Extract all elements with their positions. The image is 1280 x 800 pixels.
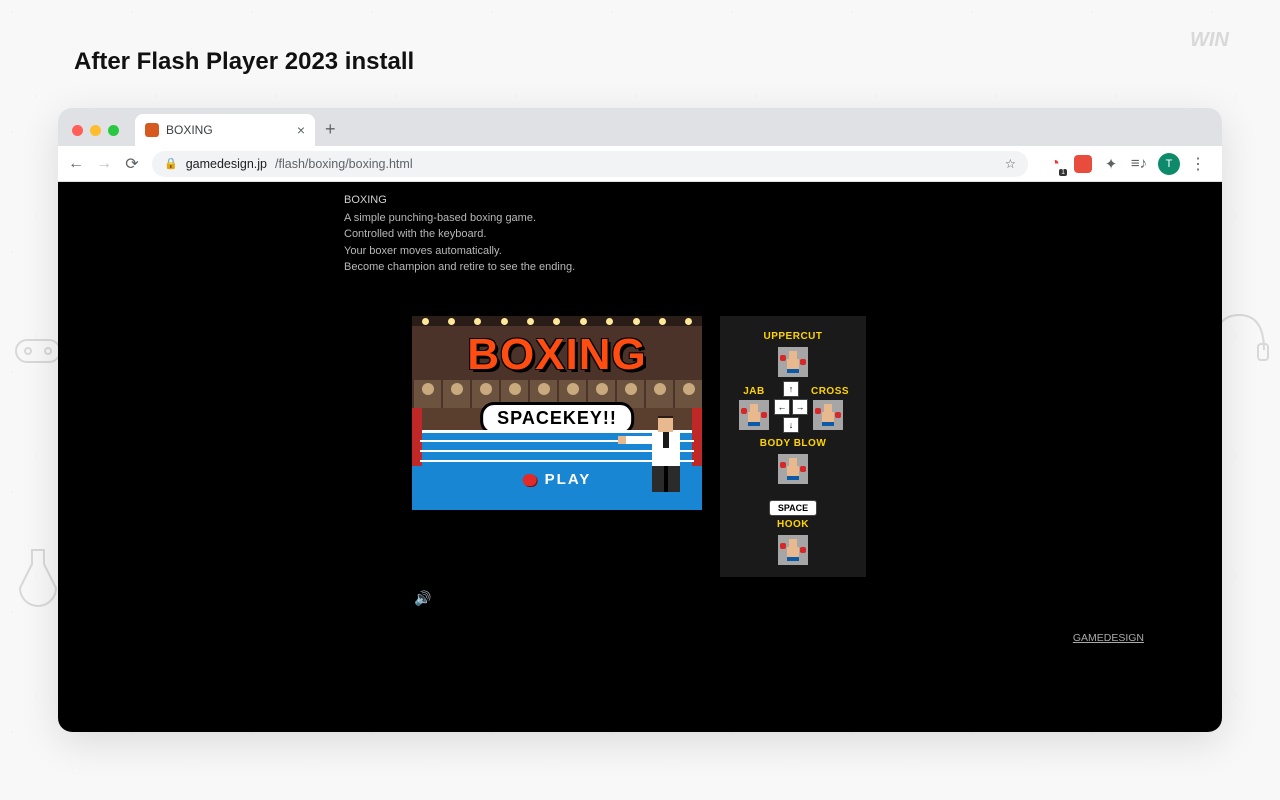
close-window-button[interactable] xyxy=(72,125,83,136)
desc-line: Your boxer moves automatically. xyxy=(344,243,575,260)
gamedesign-link[interactable]: GAMEDESIGN xyxy=(1073,632,1144,644)
desc-line: Controlled with the keyboard. xyxy=(344,226,575,243)
game-description: BOXING A simple punching-based boxing ga… xyxy=(344,192,575,276)
key-left: ← xyxy=(774,399,790,415)
page-viewport: BOXING A simple punching-based boxing ga… xyxy=(58,182,1222,732)
key-space: SPACE xyxy=(769,500,817,516)
label-jab: JAB xyxy=(737,386,771,397)
url-host: gamedesign.jp xyxy=(186,157,267,171)
minimize-window-button[interactable] xyxy=(90,125,101,136)
game-title: BOXING xyxy=(344,192,575,209)
key-down: ↓ xyxy=(783,417,799,433)
maximize-window-button[interactable] xyxy=(108,125,119,136)
page-content: BOXING A simple punching-based boxing ga… xyxy=(58,182,1222,732)
play-button[interactable]: PLAY xyxy=(523,471,592,488)
referee-sprite xyxy=(634,418,690,496)
game-logo: BOXING xyxy=(412,330,702,380)
controls-panel: UPPERCUT JAB ↑ ← → xyxy=(720,316,866,577)
key-up: ↑ xyxy=(783,381,799,397)
doodle-win-icon: WIN xyxy=(1190,20,1250,60)
extension-icon-1[interactable]: ◔1 xyxy=(1046,155,1064,173)
extensions-puzzle-icon[interactable]: ✦ xyxy=(1102,155,1120,173)
sprite-bodyblow xyxy=(778,454,808,484)
desc-line: A simple punching-based boxing game. xyxy=(344,210,575,227)
page-heading: After Flash Player 2023 install xyxy=(74,48,414,76)
reading-list-icon[interactable]: ≡♪ xyxy=(1130,155,1148,173)
sound-toggle-icon[interactable]: 🔊 xyxy=(414,590,431,607)
label-uppercut: UPPERCUT xyxy=(763,331,822,342)
tab-title: BOXING xyxy=(166,123,213,137)
extension-icon-2[interactable] xyxy=(1074,155,1092,173)
profile-avatar[interactable]: T xyxy=(1158,153,1180,175)
browser-window: BOXING × + ← → ⟳ 🔒 gamedesign.jp/flash/b… xyxy=(58,108,1222,732)
sprite-uppercut xyxy=(778,347,808,377)
forward-button[interactable]: → xyxy=(96,155,112,173)
key-right: → xyxy=(792,399,808,415)
browser-tab[interactable]: BOXING × xyxy=(135,114,315,146)
url-path: /flash/boxing/boxing.html xyxy=(275,157,413,171)
label-bodyblow: BODY BLOW xyxy=(760,438,827,449)
sprite-hook xyxy=(778,535,808,565)
window-controls xyxy=(68,125,129,146)
url-field[interactable]: 🔒 gamedesign.jp/flash/boxing/boxing.html… xyxy=(152,151,1028,177)
lock-icon: 🔒 xyxy=(164,157,178,170)
tab-favicon xyxy=(145,123,159,137)
sprite-jab xyxy=(739,400,769,430)
glove-icon xyxy=(523,474,537,486)
arrow-keys: ↑ ← → ↓ xyxy=(774,381,808,433)
bookmark-star-icon[interactable]: ☆ xyxy=(1005,156,1016,171)
flash-game-canvas[interactable]: BOXING SPACEKEY!! PLAY xyxy=(412,316,702,510)
reload-button[interactable]: ⟳ xyxy=(124,154,140,174)
address-bar: ← → ⟳ 🔒 gamedesign.jp/flash/boxing/boxin… xyxy=(58,146,1222,182)
sprite-cross xyxy=(813,400,843,430)
close-tab-button[interactable]: × xyxy=(297,122,305,138)
svg-text:WIN: WIN xyxy=(1190,29,1229,51)
label-hook: HOOK xyxy=(777,519,809,530)
tab-strip: BOXING × + xyxy=(58,108,1222,146)
back-button[interactable]: ← xyxy=(68,155,84,173)
desc-line: Become champion and retire to see the en… xyxy=(344,259,575,276)
new-tab-button[interactable]: + xyxy=(315,119,346,146)
label-cross: CROSS xyxy=(811,386,849,397)
kebab-menu-icon[interactable]: ⋮ xyxy=(1190,154,1206,174)
extension-icons: ◔1 ✦ ≡♪ T ⋮ xyxy=(1040,153,1212,175)
